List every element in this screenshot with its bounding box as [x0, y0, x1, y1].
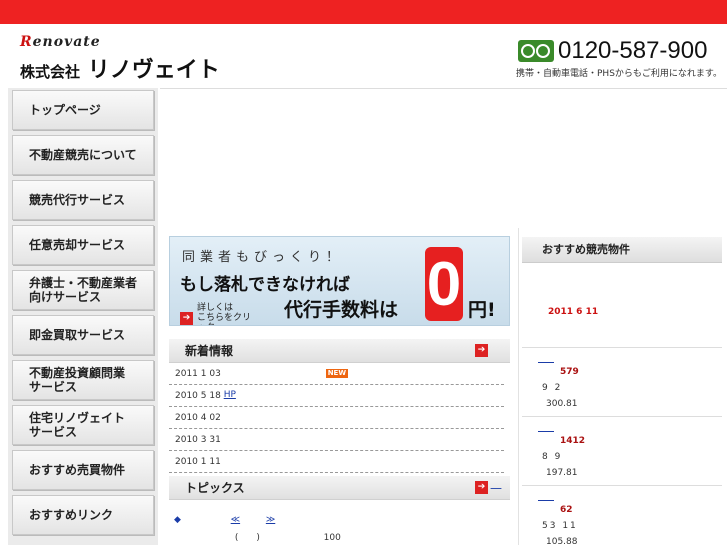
logo-japanese[interactable]: 株式会社 リノヴェイト: [20, 52, 220, 84]
sidebar-item-label: 任意売却サービス: [29, 238, 126, 252]
sidebar-item-label: おすすめ売買物件: [29, 463, 126, 477]
news-row: 2011 1 03 NEW: [169, 363, 504, 385]
news-link[interactable]: [224, 368, 324, 380]
news-more-arrow-icon[interactable]: ➔: [475, 344, 488, 357]
news-header: 新着情報 ➔: [169, 339, 510, 363]
topics-title: トピックス: [185, 481, 245, 495]
sidebar-item-home-renovate[interactable]: 住宅リノヴェイト サービス: [12, 405, 154, 445]
banner-zero: 0: [425, 247, 463, 321]
site-header: Renovate 株式会社 リノヴェイト 0120-587-900 携帯・自動車…: [0, 24, 727, 88]
property-price: 1412: [560, 436, 586, 446]
news-row: 2010 5 18 HP: [169, 385, 504, 407]
topics-more-arrow-icon[interactable]: ➔: [475, 481, 488, 494]
sidebar-item-label: 不動産競売について: [29, 148, 137, 162]
topics-more-dash[interactable]: —: [490, 476, 502, 500]
phone-block: 0120-587-900 携帯・自動車電話・PHSからもご利用になれます。: [516, 37, 723, 79]
property-detail: 8 9: [542, 452, 563, 462]
topic-paren: ( ): [234, 533, 260, 543]
topic-value: 100: [323, 533, 341, 543]
sidebar-item-label: トップページ: [29, 103, 101, 117]
property-link[interactable]: [538, 495, 554, 501]
phone-number[interactable]: 0120-587-900: [558, 37, 707, 65]
news-title: 新着情報: [185, 344, 234, 358]
topics-header: トピックス ➔ —: [169, 476, 510, 500]
recommend-property: 62 53 11 105.88: [522, 485, 722, 545]
zero-fee-banner[interactable]: 同業者もびっくり！ もし落札できなければ 代行手数料は 0 円! ➔ 詳しくは …: [169, 236, 510, 326]
property-area: 300.81: [546, 399, 578, 409]
news-link[interactable]: [224, 412, 270, 424]
arrow-right-icon: ➔: [180, 311, 193, 325]
sidebar-nav: トップページ 不動産競売について 競売代行サービス 任意売却サービス 弁護士・不…: [8, 88, 158, 545]
property-price: 579: [560, 367, 579, 377]
sidebar-item-cash-purchase[interactable]: 即金買取サービス: [12, 315, 154, 355]
new-badge: NEW: [325, 369, 349, 378]
sidebar-item-label: おすすめリンク: [29, 508, 114, 522]
freedial-icon: [518, 40, 554, 62]
banner-line-2: もし落札できなければ: [180, 275, 350, 295]
recommend-property: 579 9 2 300.81: [522, 347, 722, 423]
sidebar-item-label: 不動産投資顧問業 サービス: [29, 366, 126, 394]
sidebar-item-auction-agency[interactable]: 競売代行サービス: [12, 180, 154, 220]
top-red-bar: [0, 0, 727, 24]
topic-link-blank[interactable]: [184, 513, 228, 522]
logo-mark: R: [20, 34, 33, 50]
banner-line-3: 代行手数料は: [284, 299, 399, 321]
sidebar-item-investment-advisory[interactable]: 不動産投資顧問業 サービス: [12, 360, 154, 400]
sidebar-item-voluntary-sale[interactable]: 任意売却サービス: [12, 225, 154, 265]
phone-note: 携帯・自動車電話・PHSからもご利用になれます。: [516, 69, 723, 79]
banner-detail-text: 詳しくは こちらをクリック: [197, 303, 252, 325]
banner-yen: 円!: [468, 299, 496, 321]
property-price: 62: [560, 505, 573, 515]
topic-sub-line: ( ) 100: [174, 530, 341, 543]
logo-english[interactable]: Renovate: [20, 34, 101, 50]
news-link[interactable]: [224, 456, 322, 468]
sidebar-item-recommended-links[interactable]: おすすめリンク: [12, 495, 154, 535]
news-date: 2011 1 03: [175, 369, 221, 379]
news-link[interactable]: [224, 434, 254, 446]
property-area: 105.88: [546, 537, 578, 545]
sidebar-item-label: 弁護士・不動産業者 向けサービス: [29, 276, 138, 304]
sidebar-item-recommended-sale[interactable]: おすすめ売買物件: [12, 450, 154, 490]
logo-company-prefix: 株式会社: [20, 63, 81, 81]
logo-company-name: リノヴェイト: [87, 58, 220, 83]
news-row: 2010 4 02: [169, 407, 504, 429]
news-date: 2010 4 02: [175, 413, 221, 423]
topic-link-blank[interactable]: [243, 513, 263, 522]
banner-detail-link[interactable]: ➔ 詳しくは こちらをクリック: [180, 303, 257, 325]
sidebar-item-label: 競売代行サービス: [29, 193, 126, 207]
news-row: 2010 3 31: [169, 429, 504, 451]
recommend-property: 1412 8 9 197.81: [522, 416, 722, 492]
news-link[interactable]: HP: [224, 390, 278, 402]
sidebar-item-lawyer-service[interactable]: 弁護士・不動産業者 向けサービス: [12, 270, 154, 310]
news-date: 2010 5 18: [175, 391, 221, 401]
property-link[interactable]: [538, 357, 554, 363]
recommend-date: 2011 6 11: [548, 307, 599, 317]
property-link[interactable]: [538, 426, 554, 432]
diamond-bullet-icon: ◆: [174, 515, 181, 525]
topic-close-bracket: ≫: [265, 515, 276, 525]
topic-open-bracket: ≪: [230, 515, 241, 525]
news-row: 2010 1 11: [169, 451, 504, 473]
news-date: 2010 3 31: [175, 435, 221, 445]
sidebar-item-about-auction[interactable]: 不動産競売について: [12, 135, 154, 175]
property-area: 197.81: [546, 468, 578, 478]
sidebar-item-label: 住宅リノヴェイト サービス: [29, 411, 126, 439]
banner-line-1: 同業者もびっくり！: [182, 250, 345, 265]
news-date: 2010 1 11: [175, 457, 221, 467]
main-visual-area: [160, 88, 727, 228]
property-detail: 53 11: [542, 521, 578, 531]
sidebar-item-top-page[interactable]: トップページ: [12, 90, 154, 130]
recommend-header: おすすめ競売物件: [522, 237, 722, 263]
topic-item[interactable]: ◆ ≪ ≫: [174, 513, 275, 525]
logo-english-text: enovate: [32, 34, 101, 50]
sidebar-item-label: 即金買取サービス: [29, 328, 126, 342]
property-detail: 9 2: [542, 383, 563, 393]
